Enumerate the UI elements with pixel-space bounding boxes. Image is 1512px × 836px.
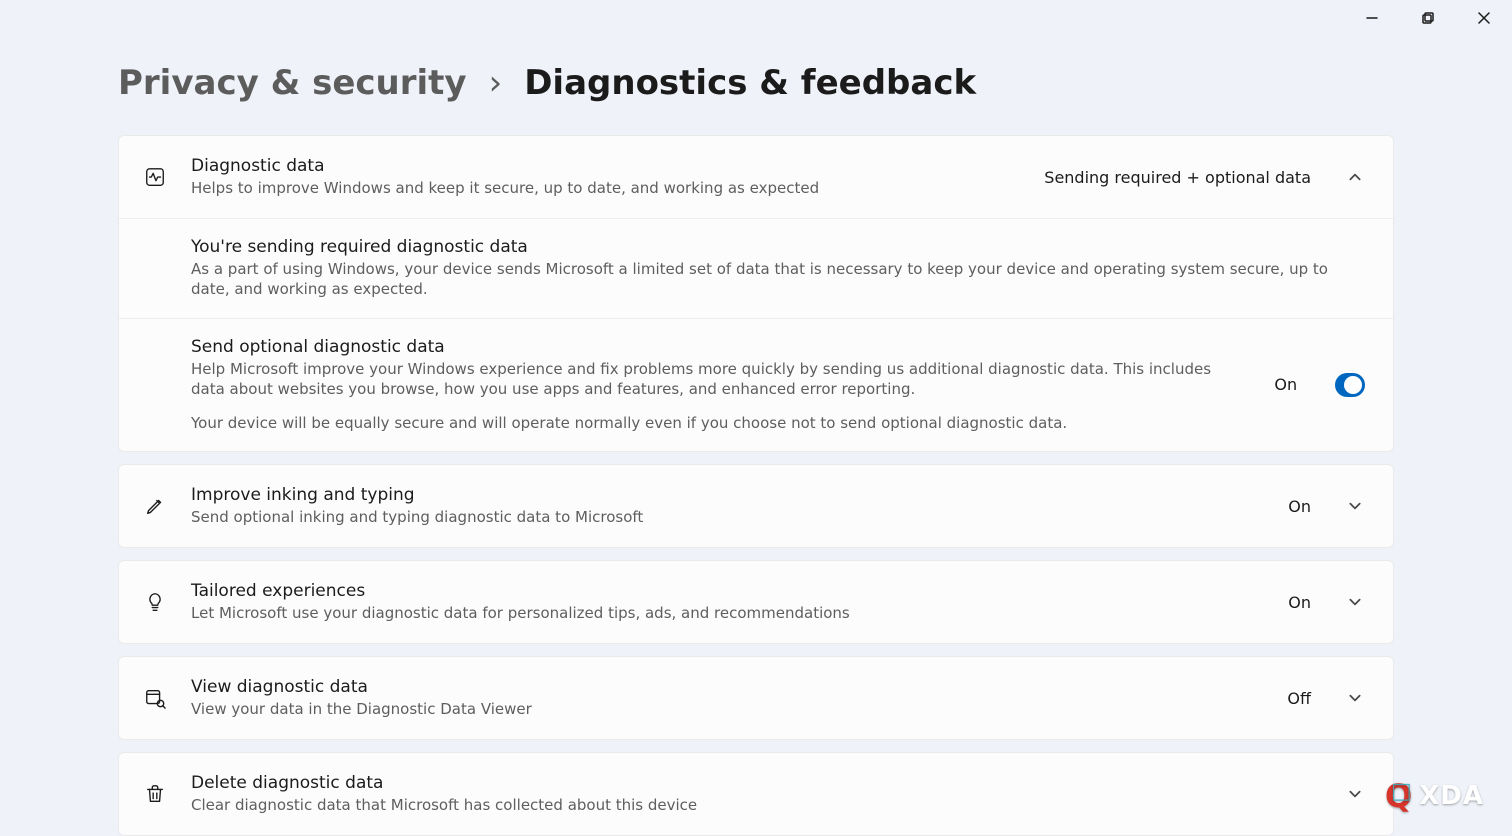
watermark-logo-icon: Q [1385, 777, 1413, 815]
optional-diagnostic-body: Help Microsoft improve your Windows expe… [191, 359, 1236, 400]
inking-subtitle: Send optional inking and typing diagnost… [191, 507, 1250, 527]
breadcrumb-parent[interactable]: Privacy & security [118, 64, 467, 103]
diagnostic-data-header[interactable]: Diagnostic data Helps to improve Windows… [119, 136, 1393, 218]
watermark-text: XDA [1419, 781, 1484, 811]
breadcrumb: Privacy & security › Diagnostics & feedb… [118, 64, 1394, 103]
optional-diagnostic-footer: Your device will be equally secure and w… [191, 413, 1236, 433]
optional-diagnostic-title: Send optional diagnostic data [191, 337, 1236, 357]
view-diagnostic-title: View diagnostic data [191, 677, 1249, 697]
delete-diagnostic-title: Delete diagnostic data [191, 773, 1311, 793]
required-diagnostic-body: As a part of using Windows, your device … [191, 259, 1365, 300]
chevron-down-icon [1345, 496, 1365, 516]
required-diagnostic-row: You're sending required diagnostic data … [119, 218, 1393, 318]
tailored-status: On [1288, 593, 1311, 612]
diagnostic-data-title: Diagnostic data [191, 156, 1006, 176]
activity-icon [141, 163, 169, 191]
chevron-down-icon [1345, 592, 1365, 612]
data-viewer-icon [141, 684, 169, 712]
inking-status: On [1288, 497, 1311, 516]
diagnostic-data-subtitle: Helps to improve Windows and keep it sec… [191, 178, 1006, 198]
view-diagnostic-status: Off [1287, 689, 1311, 708]
inking-title: Improve inking and typing [191, 485, 1250, 505]
required-diagnostic-title: You're sending required diagnostic data [191, 237, 1365, 257]
window-controls [1344, 0, 1512, 36]
optional-diagnostic-row: Send optional diagnostic data Help Micro… [119, 318, 1393, 452]
optional-diagnostic-toggle-label: On [1274, 375, 1297, 394]
page-title: Diagnostics & feedback [524, 64, 976, 103]
diagnostic-data-status: Sending required + optional data [1044, 168, 1311, 187]
delete-diagnostic-subtitle: Clear diagnostic data that Microsoft has… [191, 795, 1311, 815]
view-diagnostic-subtitle: View your data in the Diagnostic Data Vi… [191, 699, 1249, 719]
close-button[interactable] [1456, 0, 1512, 36]
diagnostic-data-card: Diagnostic data Helps to improve Windows… [118, 135, 1394, 452]
tailored-subtitle: Let Microsoft use your diagnostic data f… [191, 603, 1250, 623]
chevron-down-icon [1345, 784, 1365, 804]
delete-diagnostic-card[interactable]: Delete diagnostic data Clear diagnostic … [118, 752, 1394, 836]
optional-diagnostic-toggle[interactable] [1335, 373, 1365, 397]
pen-icon [141, 492, 169, 520]
tailored-title: Tailored experiences [191, 581, 1250, 601]
maximize-button[interactable] [1400, 0, 1456, 36]
view-diagnostic-card[interactable]: View diagnostic data View your data in t… [118, 656, 1394, 740]
tailored-card[interactable]: Tailored experiences Let Microsoft use y… [118, 560, 1394, 644]
chevron-down-icon [1345, 688, 1365, 708]
chevron-up-icon [1345, 167, 1365, 187]
lightbulb-icon [141, 588, 169, 616]
minimize-button[interactable] [1344, 0, 1400, 36]
inking-card[interactable]: Improve inking and typing Send optional … [118, 464, 1394, 548]
trash-icon [141, 780, 169, 808]
watermark: Q XDA [1385, 777, 1484, 815]
chevron-right-icon: › [489, 64, 503, 103]
